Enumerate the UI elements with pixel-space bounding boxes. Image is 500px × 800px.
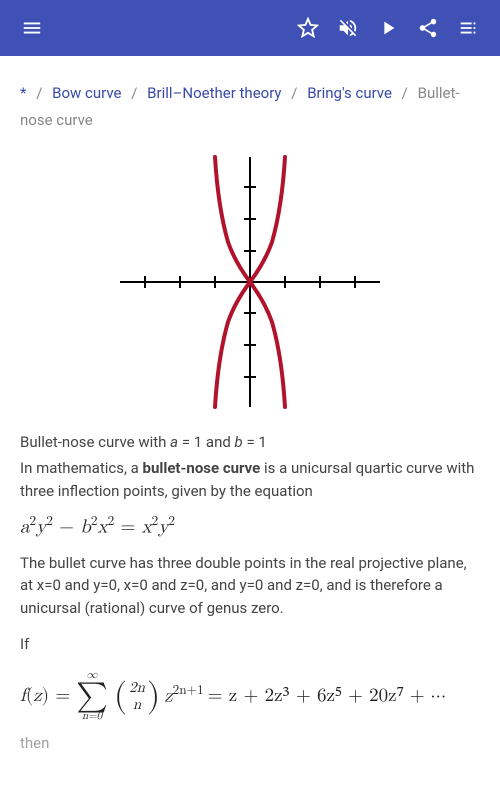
breadcrumb-link[interactable]: * bbox=[20, 84, 26, 102]
star-icon bbox=[297, 17, 319, 39]
then-label: then bbox=[20, 732, 480, 755]
article-content: * / Bow curve / Brill–Noether theory / B… bbox=[0, 56, 500, 754]
menu-button[interactable] bbox=[12, 8, 52, 48]
play-button[interactable] bbox=[368, 8, 408, 48]
intro-paragraph: In mathematics, a bullet-nose curve is a… bbox=[20, 457, 480, 502]
mute-icon bbox=[337, 17, 359, 39]
menu-icon bbox=[21, 17, 43, 39]
app-bar bbox=[0, 0, 500, 56]
equation-2: f(z) = ∞ ∑ n=0 ( 2n n ) z2n+1 = z + 2z³ … bbox=[20, 670, 480, 722]
mute-button[interactable] bbox=[328, 8, 368, 48]
double-points-paragraph: The bullet curve has three double points… bbox=[20, 552, 480, 620]
curve-graph bbox=[20, 152, 480, 419]
equation-1: a2y2 − b2x2 = x2y2 bbox=[20, 512, 480, 542]
play-icon bbox=[377, 17, 399, 39]
breadcrumb-link[interactable]: Bring's curve bbox=[307, 84, 392, 102]
breadcrumb-sep: / bbox=[291, 84, 297, 102]
breadcrumb-sep: / bbox=[131, 84, 137, 102]
share-button[interactable] bbox=[408, 8, 448, 48]
breadcrumb-link[interactable]: Brill–Noether theory bbox=[147, 84, 281, 102]
breadcrumb-sep: / bbox=[402, 84, 408, 102]
breadcrumb: * / Bow curve / Brill–Noether theory / B… bbox=[20, 80, 480, 134]
share-icon bbox=[417, 17, 439, 39]
breadcrumb-link[interactable]: Bow curve bbox=[52, 84, 121, 102]
bullet-nose-plot bbox=[110, 152, 390, 412]
breadcrumb-sep: / bbox=[36, 84, 42, 102]
figure-caption: Bullet-nose curve with a = 1 and b = 1 bbox=[20, 431, 480, 454]
star-button[interactable] bbox=[288, 8, 328, 48]
list-icon bbox=[457, 17, 479, 39]
if-label: If bbox=[20, 633, 480, 656]
list-button[interactable] bbox=[448, 8, 488, 48]
